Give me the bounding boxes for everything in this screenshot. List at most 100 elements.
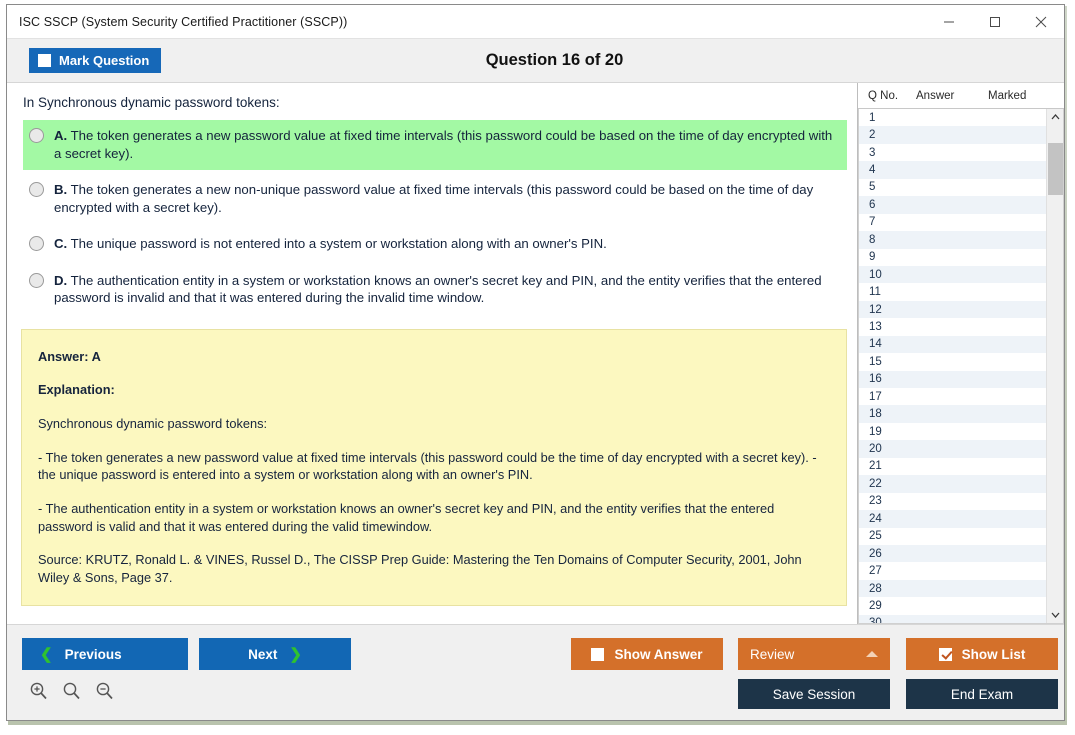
question-number: 15 — [869, 355, 882, 368]
main-content: In Synchronous dynamic password tokens: … — [7, 83, 1064, 624]
review-label: Review — [750, 646, 795, 662]
answer-option-b[interactable]: B. The token generates a new non-unique … — [23, 174, 847, 224]
close-icon[interactable] — [1018, 5, 1064, 39]
question-number: 17 — [869, 390, 882, 403]
question-list-row[interactable]: 14 — [859, 335, 1046, 354]
answer-options-list: A. The token generates a new password va… — [7, 120, 857, 315]
exam-window: ISC SSCP (System Security Certified Prac… — [6, 4, 1065, 721]
question-list-row[interactable]: 17 — [859, 388, 1046, 405]
answer-option-text: C. The unique password is not entered in… — [54, 235, 839, 253]
review-dropdown-button[interactable]: Review — [738, 638, 890, 670]
question-list-row[interactable]: 20 — [859, 440, 1046, 458]
question-number: 3 — [869, 146, 876, 159]
question-list-rows[interactable]: 1 2 3 4 5 6 7 8 9 10 11 12 13 14 15 16 17 18 19 20 21 22 23 24 2… — [859, 109, 1046, 623]
column-header-marked: Marked — [988, 89, 1027, 102]
answer-option-body: The authentication entity in a system or… — [54, 272, 822, 306]
question-number: 9 — [869, 251, 876, 264]
question-list-row[interactable]: 24 — [859, 510, 1046, 528]
mark-question-button[interactable]: Mark Question — [29, 48, 162, 73]
question-number: 14 — [869, 338, 882, 351]
next-button[interactable]: Next ❯ — [199, 638, 351, 670]
mark-question-checkbox-icon[interactable] — [38, 54, 51, 67]
question-list-row[interactable]: 12 — [859, 300, 1046, 319]
question-list-row[interactable]: 1 — [859, 109, 1046, 126]
question-number: 2 — [869, 129, 876, 142]
question-list-row[interactable]: 5 — [859, 179, 1046, 196]
question-list-scrollbar[interactable] — [1046, 109, 1063, 623]
scroll-down-icon[interactable] — [1047, 607, 1064, 623]
question-list-row[interactable]: 9 — [859, 249, 1046, 266]
end-exam-button[interactable]: End Exam — [906, 679, 1058, 709]
question-list-row[interactable]: 22 — [859, 475, 1046, 493]
chevron-right-icon: ❯ — [289, 645, 302, 663]
answer-option-letter: C. — [54, 236, 68, 252]
question-list-row[interactable]: 27 — [859, 562, 1046, 579]
question-list-row[interactable]: 10 — [859, 265, 1046, 284]
question-list-row[interactable]: 26 — [859, 544, 1046, 563]
question-list-row[interactable]: 3 — [859, 144, 1046, 161]
scroll-up-icon[interactable] — [1047, 109, 1064, 125]
save-session-button[interactable]: Save Session — [738, 679, 890, 709]
question-number: 23 — [869, 495, 882, 508]
show-list-checkbox-icon[interactable] — [938, 647, 952, 661]
radio-button-icon[interactable] — [29, 128, 44, 143]
question-list-row[interactable]: 8 — [859, 231, 1046, 249]
end-exam-label: End Exam — [950, 686, 1014, 702]
window-title: ISC SSCP (System Security Certified Prac… — [19, 14, 348, 29]
question-list-row[interactable]: 21 — [859, 458, 1046, 475]
radio-button-icon[interactable] — [29, 272, 44, 288]
show-answer-label: Show Answer — [614, 646, 703, 662]
minimize-icon[interactable] — [926, 5, 972, 39]
question-number: 1 — [869, 111, 876, 124]
question-number: 29 — [869, 599, 882, 612]
question-list-row[interactable]: 25 — [859, 528, 1046, 545]
question-list-row[interactable]: 28 — [859, 579, 1046, 598]
question-scroll-area[interactable]: In Synchronous dynamic password tokens: … — [7, 83, 857, 624]
question-number: 21 — [869, 460, 882, 473]
answer-option-c[interactable]: C. The unique password is not entered in… — [23, 228, 847, 261]
scrollbar-track[interactable] — [1047, 125, 1064, 607]
explanation-intro: Synchronous dynamic password tokens: — [38, 416, 268, 432]
explanation-bullet-2: - The authentication entity in a system … — [38, 501, 775, 534]
question-number: 26 — [869, 547, 882, 560]
question-list-row[interactable]: 15 — [859, 353, 1046, 370]
question-number: 6 — [869, 198, 876, 211]
answer-option-letter: D. — [54, 272, 68, 288]
maximize-icon[interactable] — [972, 5, 1018, 39]
question-number: 25 — [869, 530, 882, 543]
answer-option-a[interactable]: A. The token generates a new password va… — [23, 120, 847, 171]
show-list-button[interactable]: Show List — [906, 638, 1058, 670]
zoom-out-icon[interactable] — [95, 681, 114, 705]
answer-option-d[interactable]: D. The authentication entity in a system… — [23, 265, 847, 315]
question-list-row[interactable]: 11 — [859, 283, 1046, 300]
mark-question-label: Mark Question — [59, 53, 150, 68]
question-list-row[interactable]: 18 — [859, 405, 1046, 423]
show-answer-checkbox-icon[interactable] — [591, 647, 605, 661]
previous-button[interactable]: ❮ Previous — [22, 638, 188, 670]
question-list-row[interactable]: 2 — [859, 126, 1046, 144]
question-list-row[interactable]: 23 — [859, 493, 1046, 510]
question-list-row[interactable]: 7 — [859, 214, 1046, 231]
question-stem: In Synchronous dynamic password tokens: — [23, 95, 280, 110]
answer-option-text: A. The token generates a new password va… — [54, 127, 839, 162]
question-list-row[interactable]: 29 — [859, 597, 1046, 614]
chevron-up-icon — [866, 651, 878, 657]
zoom-in-icon[interactable] — [29, 681, 48, 705]
radio-button-icon[interactable] — [29, 236, 44, 252]
zoom-reset-icon[interactable] — [62, 681, 81, 705]
answer-line: Answer: A — [38, 348, 101, 364]
question-list-row[interactable]: 19 — [859, 423, 1046, 440]
zoom-controls — [29, 681, 114, 705]
radio-button-icon[interactable] — [29, 182, 44, 198]
page-title: Question 16 of 20 — [485, 51, 624, 69]
scrollbar-thumb[interactable] — [1047, 143, 1063, 195]
question-number: 10 — [869, 268, 882, 281]
answer-option-text: D. The authentication entity in a system… — [54, 272, 839, 307]
question-list-body: 1 2 3 4 5 6 7 8 9 10 11 12 13 14 15 16 17 18 19 20 21 22 23 24 2… — [858, 109, 1064, 624]
question-list-row[interactable]: 13 — [859, 318, 1046, 335]
show-answer-button[interactable]: Show Answer — [571, 638, 723, 670]
question-list-row[interactable]: 6 — [859, 196, 1046, 214]
question-list-row[interactable]: 4 — [859, 161, 1046, 179]
question-list-row[interactable]: 30 — [859, 614, 1046, 623]
question-list-row[interactable]: 16 — [859, 370, 1046, 388]
